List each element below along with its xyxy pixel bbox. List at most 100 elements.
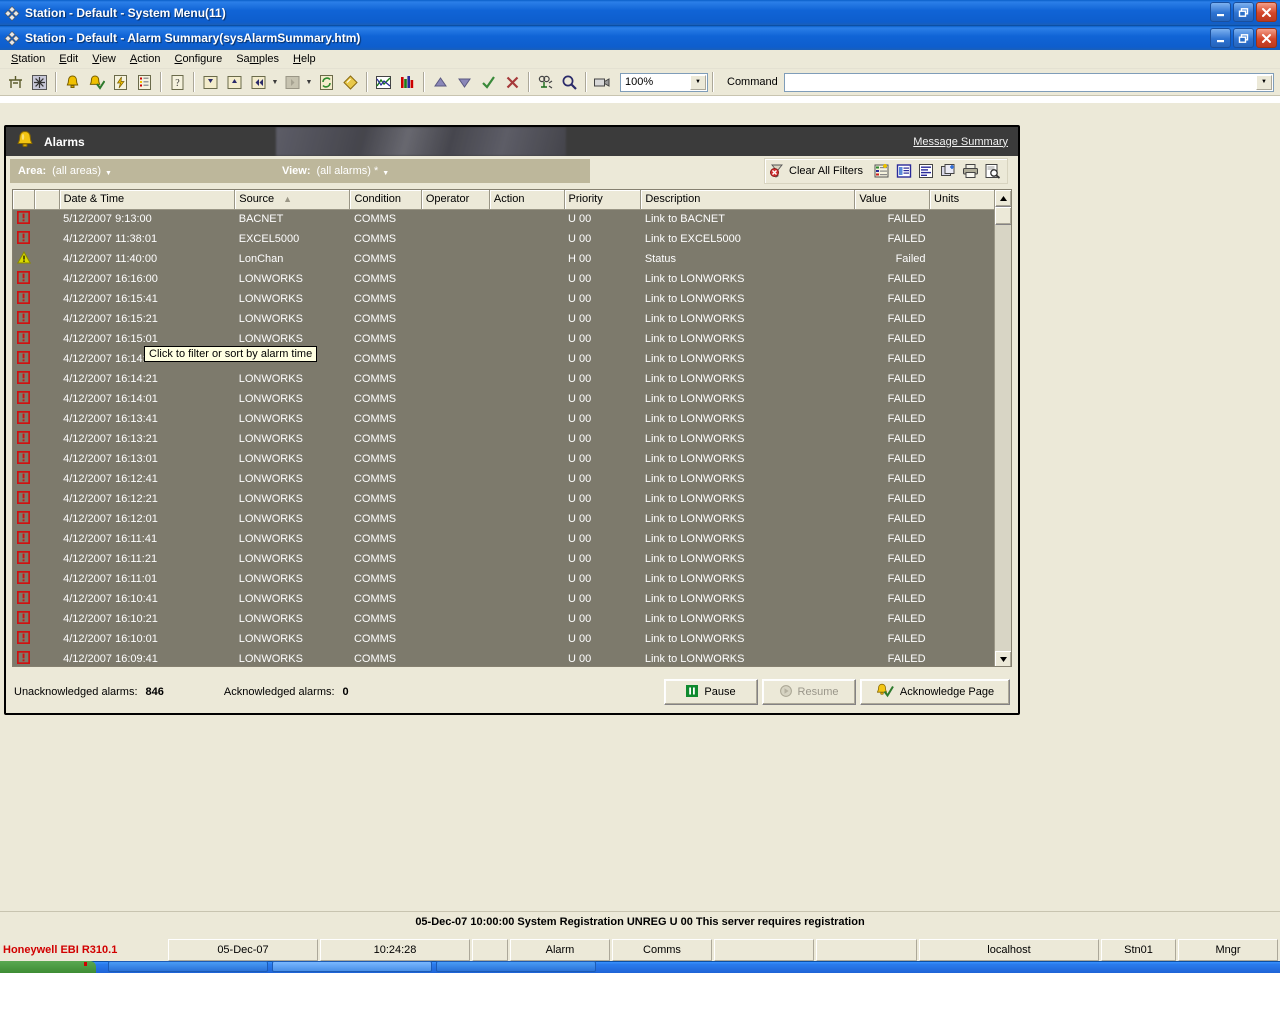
message-summary-link[interactable]: Message Summary (913, 136, 1008, 148)
table-row[interactable]: 4/12/2007 16:11:01 LONWORKS COMMS U 00 Link … (13, 569, 996, 589)
col-source[interactable]: Source ▲ (234, 190, 351, 210)
col-priority[interactable]: Priority (564, 190, 642, 210)
station-snowflake-icon[interactable] (28, 71, 50, 93)
chevron-down-icon[interactable]: ▼ (690, 74, 706, 90)
search-icon[interactable] (558, 71, 580, 93)
col-operator[interactable]: Operator (421, 190, 490, 210)
table-row[interactable]: 4/12/2007 16:12:41 LONWORKS COMMS U 00 Link … (13, 469, 996, 489)
table-row[interactable]: 5/12/2007 9:13:00 BACNET COMMS U 00 Link to … (13, 209, 996, 229)
table-row[interactable]: 4/12/2007 16:14:01 LONWORKS COMMS U 00 Link … (13, 389, 996, 409)
alarm-grid-scrollbar[interactable] (994, 190, 1011, 666)
refresh-page-icon[interactable] (315, 71, 337, 93)
associated-display-icon[interactable] (937, 160, 959, 182)
col-value[interactable]: Value (854, 190, 931, 210)
col-action[interactable]: Action (489, 190, 565, 210)
table-row[interactable]: 4/12/2007 16:11:21 LONWORKS COMMS U 00 Link … (13, 549, 996, 569)
col-description[interactable]: Description (640, 190, 856, 210)
table-row[interactable]: 4/12/2007 16:10:01 LONWORKS COMMS U 00 Link … (13, 629, 996, 649)
home-icon[interactable] (4, 71, 26, 93)
command-chevron-down-icon[interactable]: ▼ (1256, 74, 1272, 90)
alarm-list-icon[interactable] (133, 71, 155, 93)
trend-chart-icon[interactable] (372, 71, 394, 93)
cancel-x-icon[interactable] (501, 71, 523, 93)
scroll-up-button[interactable] (995, 190, 1011, 207)
taskbar-item-1[interactable] (108, 961, 268, 972)
table-row[interactable]: 4/12/2007 16:10:21 LONWORKS COMMS U 00 Link … (13, 609, 996, 629)
table-row[interactable]: 4/12/2007 16:11:41 LONWORKS COMMS U 00 Link … (13, 529, 996, 549)
table-row[interactable]: 4/12/2007 16:09:41 LONWORKS COMMS U 00 Link … (13, 649, 996, 666)
table-row[interactable]: 4/12/2007 16:15:21 LONWORKS COMMS U 00 Link … (13, 309, 996, 329)
area-value[interactable]: (all areas) (52, 165, 101, 177)
menu-station[interactable]: Station (4, 51, 52, 67)
command-input[interactable]: ▼ (783, 72, 1274, 92)
alarm-bell-icon[interactable] (61, 71, 83, 93)
acknowledge-bell-icon[interactable] (85, 71, 107, 93)
close-button[interactable] (1256, 2, 1277, 22)
scrollbar-track[interactable] (995, 225, 1011, 651)
start-button[interactable] (0, 961, 96, 973)
table-row[interactable]: 4/12/2007 16:15:41 LONWORKS COMMS U 00 Link … (13, 289, 996, 309)
print-preview-icon[interactable] (981, 160, 1003, 182)
restore-button[interactable] (1233, 2, 1254, 22)
alarm-detail-icon[interactable] (915, 160, 937, 182)
col-condition[interactable]: Condition (349, 190, 422, 210)
table-row[interactable]: 4/12/2007 16:13:41 LONWORKS COMMS U 00 Link … (13, 409, 996, 429)
forward-icon[interactable] (281, 71, 303, 93)
acknowledge-page-button[interactable]: Acknowledge Page (860, 679, 1010, 705)
area-chevron-down-icon[interactable]: ▼ (105, 170, 112, 177)
page-up-icon[interactable] (223, 71, 245, 93)
up-arrow-icon[interactable] (429, 71, 451, 93)
col-priority-icon[interactable] (13, 190, 36, 210)
table-row[interactable]: 4/12/2007 16:13:21 LONWORKS COMMS U 00 Link … (13, 429, 996, 449)
view-value[interactable]: (all alarms) * (317, 165, 379, 177)
bar-graph-icon[interactable] (396, 71, 418, 93)
minimize-button-2[interactable] (1210, 28, 1231, 48)
back-icon[interactable] (247, 71, 269, 93)
alert-lightning-icon[interactable] (109, 71, 131, 93)
clear-all-filters-button[interactable]: Clear All Filters (769, 163, 863, 179)
table-row[interactable]: 4/12/2007 11:40:00 LonChan COMMS H 00 Status… (13, 249, 996, 269)
menu-samples[interactable]: Samples (229, 51, 286, 67)
col-date-time[interactable]: Date & Time (59, 190, 236, 210)
menu-edit[interactable]: Edit (52, 51, 85, 67)
resume-button[interactable]: Resume (762, 679, 856, 705)
diamond-tag-icon[interactable] (339, 71, 361, 93)
taskbar-item-2[interactable] (272, 961, 432, 972)
point-detail-icon[interactable] (893, 160, 915, 182)
alarm-grid[interactable]: Date & Time Source ▲ Condition Operator … (12, 189, 1012, 667)
table-row[interactable]: 4/12/2007 16:12:01 LONWORKS COMMS U 00 Link … (13, 509, 996, 529)
check-icon[interactable] (477, 71, 499, 93)
scroll-down-button[interactable] (995, 651, 1011, 666)
table-row[interactable]: 4/12/2007 16:10:41 LONWORKS COMMS U 00 Link … (13, 589, 996, 609)
minimize-button[interactable] (1210, 2, 1231, 22)
status-comms[interactable]: Comms (612, 939, 712, 961)
taskbar-item-3[interactable] (436, 961, 596, 972)
menu-view[interactable]: View (85, 51, 123, 67)
col-ack-icon[interactable] (34, 190, 60, 210)
pause-button[interactable]: Pause (664, 679, 758, 705)
help-page-icon[interactable]: ? (166, 71, 188, 93)
view-chevron-down-icon[interactable]: ▼ (382, 170, 389, 177)
back-dropdown-arrow-icon[interactable]: ▼ (270, 71, 280, 93)
col-units[interactable]: Units (929, 190, 996, 210)
menu-action[interactable]: Action (123, 51, 168, 67)
close-button-2[interactable] (1256, 28, 1277, 48)
forward-dropdown-arrow-icon[interactable]: ▼ (304, 71, 314, 93)
menu-configure[interactable]: Configure (167, 51, 229, 67)
camera-icon[interactable] (591, 71, 613, 93)
titlebar-system-menu[interactable]: Station - Default - System Menu(11) (0, 0, 1280, 25)
titlebar-alarm-summary[interactable]: Station - Default - Alarm Summary(sysAla… (0, 25, 1280, 50)
page-down-icon[interactable] (199, 71, 221, 93)
alarm-filter-icon[interactable] (871, 160, 893, 182)
print-icon[interactable] (959, 160, 981, 182)
menu-help[interactable]: Help (286, 51, 323, 67)
table-row[interactable]: 4/12/2007 16:12:21 LONWORKS COMMS U 00 Link … (13, 489, 996, 509)
table-row[interactable]: 4/12/2007 11:38:01 EXCEL5000 COMMS U 00 Link… (13, 229, 996, 249)
status-alarm[interactable]: Alarm (510, 939, 610, 961)
down-arrow-icon[interactable] (453, 71, 475, 93)
scrollbar-thumb[interactable] (995, 207, 1011, 225)
point-detail-icon[interactable] (534, 71, 556, 93)
table-row[interactable]: 4/12/2007 16:16:00 LONWORKS COMMS U 00 Link … (13, 269, 996, 289)
table-row[interactable]: 4/12/2007 16:14:21 LONWORKS COMMS U 00 Link … (13, 369, 996, 389)
zoom-select[interactable]: 100% ▼ (620, 72, 708, 92)
